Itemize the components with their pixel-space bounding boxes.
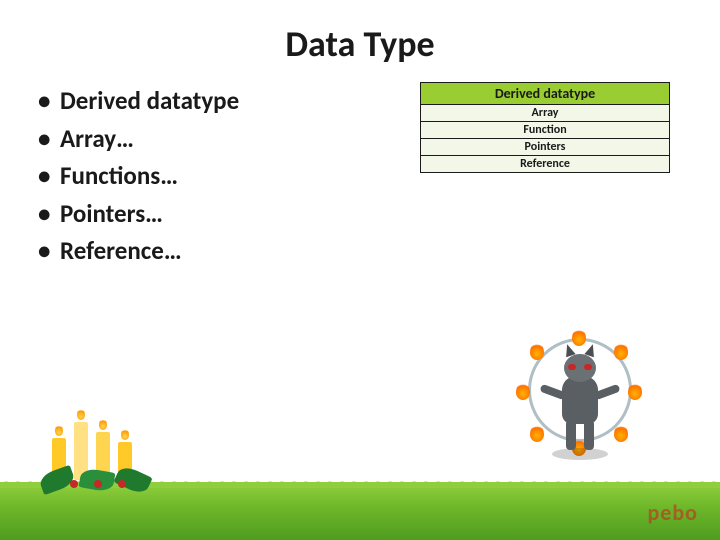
derived-table: Derived datatype Array Function Pointers… (420, 82, 670, 173)
slide: Data Type Derived datatype Array… Functi… (0, 0, 720, 540)
table-row: Pointers (421, 139, 670, 156)
table-row: Array (421, 105, 670, 122)
watermark: pebo (647, 499, 698, 526)
table-header: Derived datatype (421, 83, 670, 105)
list-item: Pointers… (38, 195, 358, 233)
list-item: Functions… (38, 157, 358, 195)
bullet-list: Derived datatype Array… Functions… Point… (38, 82, 358, 270)
slide-title: Data Type (0, 22, 720, 66)
list-item: Array… (38, 120, 358, 158)
table-row: Reference (421, 156, 670, 173)
list-item: Derived datatype (38, 82, 358, 120)
list-item: Reference… (38, 232, 358, 270)
table-row: Function (421, 122, 670, 139)
character-icon (510, 330, 650, 470)
candles-icon (40, 420, 150, 500)
